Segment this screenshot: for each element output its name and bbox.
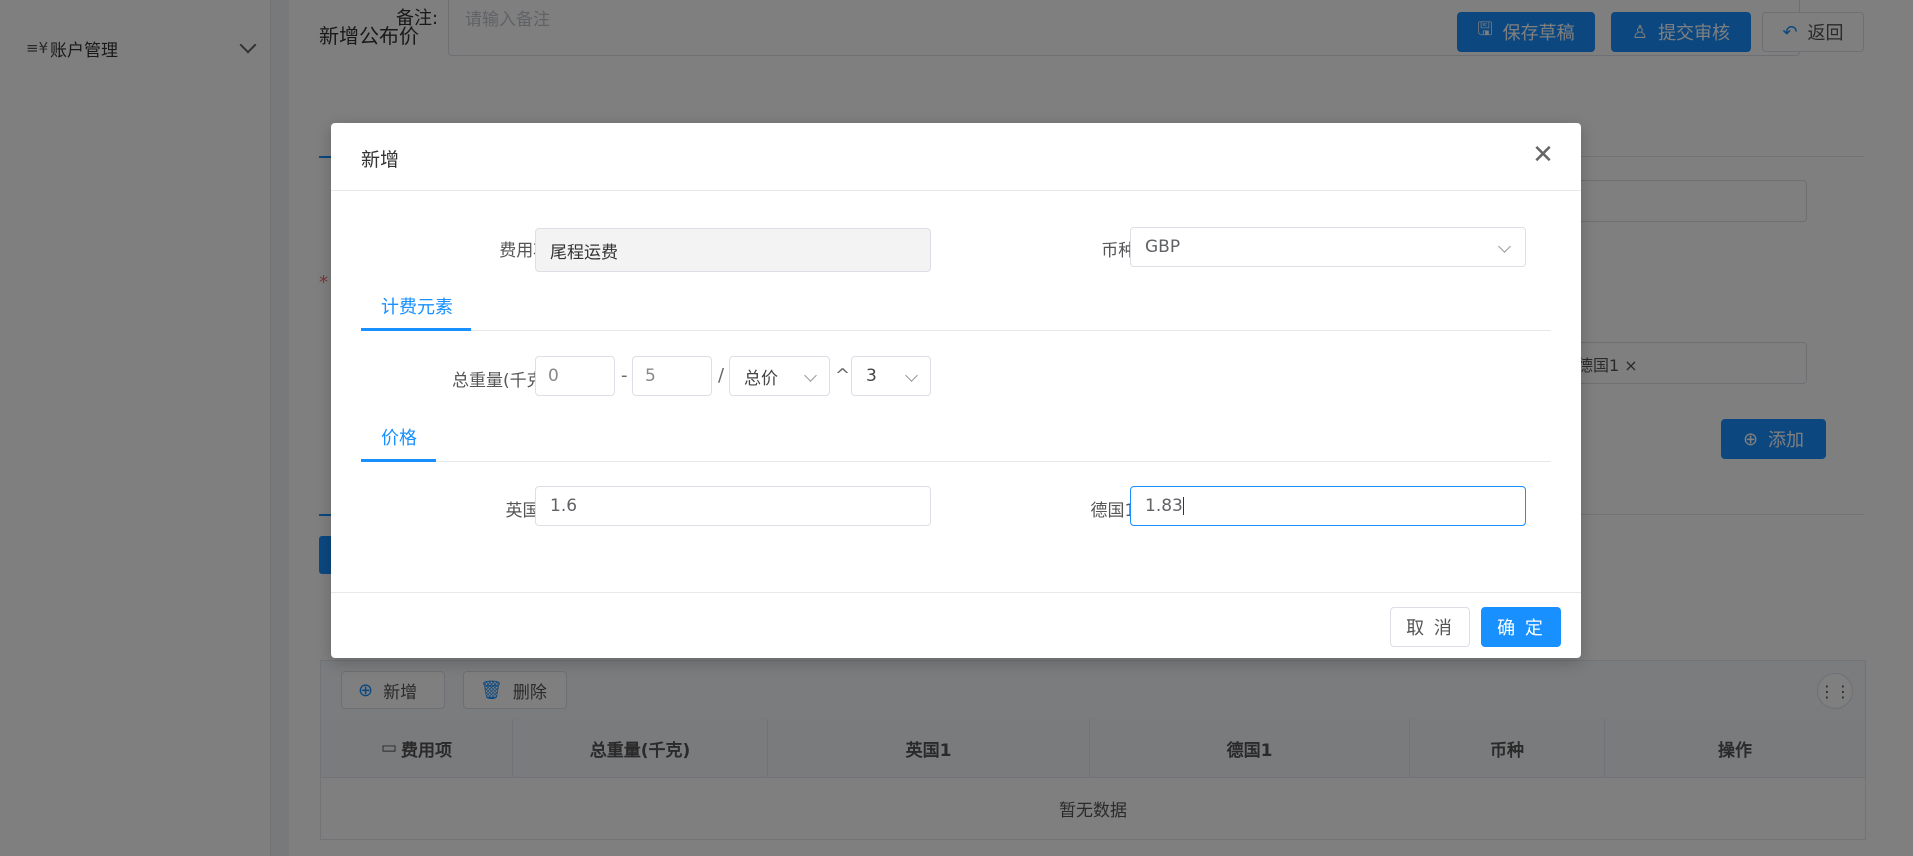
fee-item-field: 尾程运费 [535,228,931,272]
text-cursor [1182,497,1184,515]
tab-price[interactable]: 价格 [381,424,417,450]
slash-separator: / [718,365,725,386]
power-value: 3 [866,366,877,386]
tab-billing-elements[interactable]: 计费元素 [381,293,453,319]
chevron-down-icon [905,369,918,382]
power-symbol: ^ [835,365,851,386]
uk-price-input[interactable]: 1.6 [535,486,931,526]
dialog-footer: 取 消 确 定 [331,592,1581,659]
close-icon[interactable]: ✕ [1525,137,1561,173]
weight-to-input[interactable]: 5 [632,356,712,396]
range-separator: - [621,365,628,386]
add-dialog: 新增 ✕ 费用项: 尾程运费 币种: GBP 计费元素 总重量(千克): 0 -… [331,123,1581,658]
weight-from-input[interactable]: 0 [535,356,615,396]
currency-select[interactable]: GBP [1130,227,1526,267]
confirm-button[interactable]: 确 定 [1481,607,1561,647]
cancel-button[interactable]: 取 消 [1390,607,1470,647]
de-price-label: 德国1: [1090,501,1141,521]
tab-indicator [361,459,436,462]
tab-indicator [361,328,471,331]
section-divider [361,330,1551,331]
weight-label: 总重量(千克): [452,371,556,391]
de-price-input[interactable]: 1.83 [1130,486,1526,526]
dialog-header: 新增 ✕ [331,123,1581,191]
dialog-title: 新增 [361,149,400,171]
price-basis-value: 总价 [744,368,778,389]
chevron-down-icon [804,369,817,382]
fee-item-label: 费用项: [499,241,556,261]
chevron-down-icon [1498,240,1511,253]
fee-item-value: 尾程运费 [550,242,618,263]
weight-from-value: 0 [548,366,559,386]
price-basis-select[interactable]: 总价 [729,356,830,396]
de-price-value: 1.83 [1145,496,1183,516]
uk-price-value: 1.6 [550,496,578,516]
section-divider [361,461,1551,462]
weight-to-value: 5 [645,366,656,386]
currency-label: 币种: [1101,241,1141,261]
power-select[interactable]: 3 [851,356,931,396]
currency-value: GBP [1145,237,1181,257]
uk-price-label: 英国1: [505,501,556,521]
